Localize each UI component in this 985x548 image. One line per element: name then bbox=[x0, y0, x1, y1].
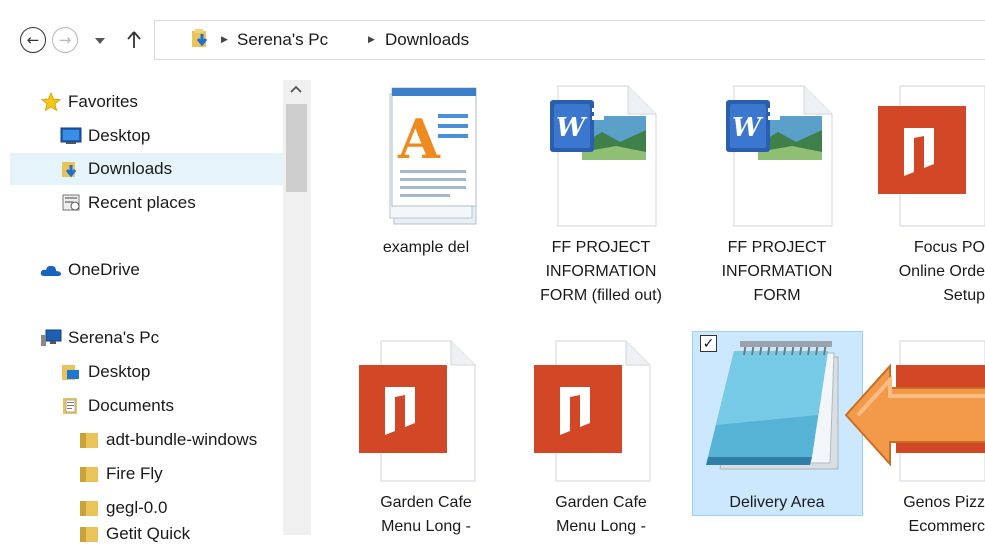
file-item[interactable]: Garden Cafe Menu Long - bbox=[516, 335, 686, 539]
downloads-folder-icon bbox=[192, 29, 208, 47]
address-toolbar: ← → ▶ Serena's Pc ▶ Downloads bbox=[0, 0, 985, 80]
annotation-arrow bbox=[844, 363, 985, 467]
up-button[interactable] bbox=[125, 29, 143, 51]
file-item-selected[interactable]: Delivery Area bbox=[692, 335, 862, 515]
svg-text:W: W bbox=[556, 113, 588, 143]
nav-label: Downloads bbox=[88, 159, 173, 178]
arrow-right-icon: → bbox=[58, 31, 72, 49]
file-item[interactable]: Focus PO Online Orde Setup bbox=[868, 80, 985, 308]
recent-places-icon bbox=[60, 193, 82, 213]
file-name: FF PROJECT INFORMATION FORM bbox=[721, 239, 833, 304]
word-document-icon: W bbox=[726, 85, 833, 227]
arrow-left-icon: ← bbox=[26, 31, 40, 49]
nav-label: Fire Fly bbox=[106, 464, 163, 483]
back-button[interactable]: ← bbox=[20, 27, 46, 53]
pdf-document-icon bbox=[534, 340, 651, 482]
nav-label: adt-bundle-windows bbox=[106, 430, 258, 449]
folder-icon bbox=[78, 498, 100, 518]
file-name: Genos Pizz Ecommerc bbox=[903, 494, 985, 535]
pdf-document-icon bbox=[359, 340, 476, 482]
nav-this-pc[interactable]: Serena's Pc bbox=[40, 322, 159, 354]
star-icon bbox=[40, 92, 62, 112]
svg-text:W: W bbox=[732, 113, 764, 143]
scroll-up-icon[interactable] bbox=[290, 85, 302, 93]
recent-locations-button[interactable] bbox=[90, 31, 110, 51]
nav-folder-gegl[interactable]: gegl-0.0 bbox=[78, 492, 167, 524]
file-item[interactable]: Garden Cafe Menu Long - bbox=[341, 335, 511, 539]
nav-label: Desktop bbox=[88, 126, 151, 145]
wordpad-document-icon: A bbox=[389, 87, 477, 225]
svg-text:A: A bbox=[397, 107, 441, 171]
nav-favorites-label: Favorites bbox=[68, 92, 138, 111]
nav-label: gegl-0.0 bbox=[106, 498, 168, 517]
file-item[interactable]: W FF PROJECT INFORMATION FORM (filled ou… bbox=[516, 80, 686, 308]
pane-divider bbox=[310, 80, 311, 535]
file-name: Focus PO Online Orde Setup bbox=[898, 239, 985, 304]
documents-folder-icon bbox=[60, 396, 82, 416]
arrow-up-icon bbox=[127, 31, 141, 48]
breadcrumb-separator-icon: ▶ bbox=[221, 35, 228, 45]
word-document-icon: W bbox=[550, 85, 657, 227]
nav-folder-getit[interactable]: Getit Quick bbox=[78, 524, 190, 548]
chevron-down-icon bbox=[95, 38, 105, 44]
breadcrumb-serenas-pc[interactable]: Serena's Pc bbox=[237, 30, 328, 50]
nav-label: Getit Quick bbox=[106, 524, 191, 543]
nav-pc-label: Serena's Pc bbox=[68, 328, 160, 347]
breadcrumb-separator-icon: ▶ bbox=[368, 35, 375, 45]
nav-onedrive-label: OneDrive bbox=[68, 260, 140, 279]
nav-desktop-favorite[interactable]: Desktop bbox=[60, 120, 150, 152]
downloads-folder-icon bbox=[60, 159, 82, 179]
forward-button[interactable]: → bbox=[52, 27, 78, 53]
nav-folder-adt-bundle[interactable]: adt-bundle-windows bbox=[78, 424, 257, 456]
nav-folder-fire-fly[interactable]: Fire Fly bbox=[78, 458, 163, 490]
nav-favorites[interactable]: Favorites bbox=[40, 86, 138, 118]
nav-recent-places[interactable]: Recent places bbox=[60, 187, 196, 219]
file-name: Garden Cafe Menu Long - bbox=[380, 494, 472, 535]
nav-label: Documents bbox=[88, 396, 174, 415]
file-item[interactable]: A example del bbox=[341, 80, 511, 260]
pdf-document-icon bbox=[878, 85, 985, 227]
nav-downloads-favorite[interactable]: Downloads bbox=[10, 153, 283, 185]
scrollbar-thumb[interactable] bbox=[286, 104, 307, 192]
file-name: Delivery Area bbox=[729, 494, 825, 511]
file-name: Garden Cafe Menu Long - bbox=[555, 494, 647, 535]
file-name: FF PROJECT INFORMATION FORM (filled out) bbox=[540, 239, 662, 304]
breadcrumb-downloads[interactable]: Downloads bbox=[385, 30, 469, 50]
nav-scrollbar[interactable] bbox=[283, 80, 310, 535]
nav-label: Recent places bbox=[88, 193, 196, 212]
desktop-icon bbox=[60, 126, 82, 146]
folder-icon bbox=[78, 524, 100, 544]
nav-desktop[interactable]: Desktop bbox=[60, 356, 150, 388]
computer-icon bbox=[40, 328, 62, 348]
nav-onedrive[interactable]: OneDrive bbox=[40, 254, 140, 286]
file-name: example del bbox=[382, 239, 470, 256]
navigation-pane: Favorites Desktop Downloads Recent place… bbox=[0, 80, 310, 543]
folder-icon bbox=[78, 464, 100, 484]
address-box[interactable]: ▶ Serena's Pc ▶ Downloads bbox=[154, 20, 985, 60]
nav-documents[interactable]: Documents bbox=[60, 390, 174, 422]
nav-label: Desktop bbox=[88, 362, 151, 381]
notepad-document-icon bbox=[706, 341, 839, 470]
file-item[interactable]: W FF PROJECT INFORMATION FORM bbox=[692, 80, 862, 308]
cloud-icon bbox=[40, 260, 62, 280]
desktop-folder-icon bbox=[60, 362, 82, 382]
folder-icon bbox=[78, 430, 100, 450]
